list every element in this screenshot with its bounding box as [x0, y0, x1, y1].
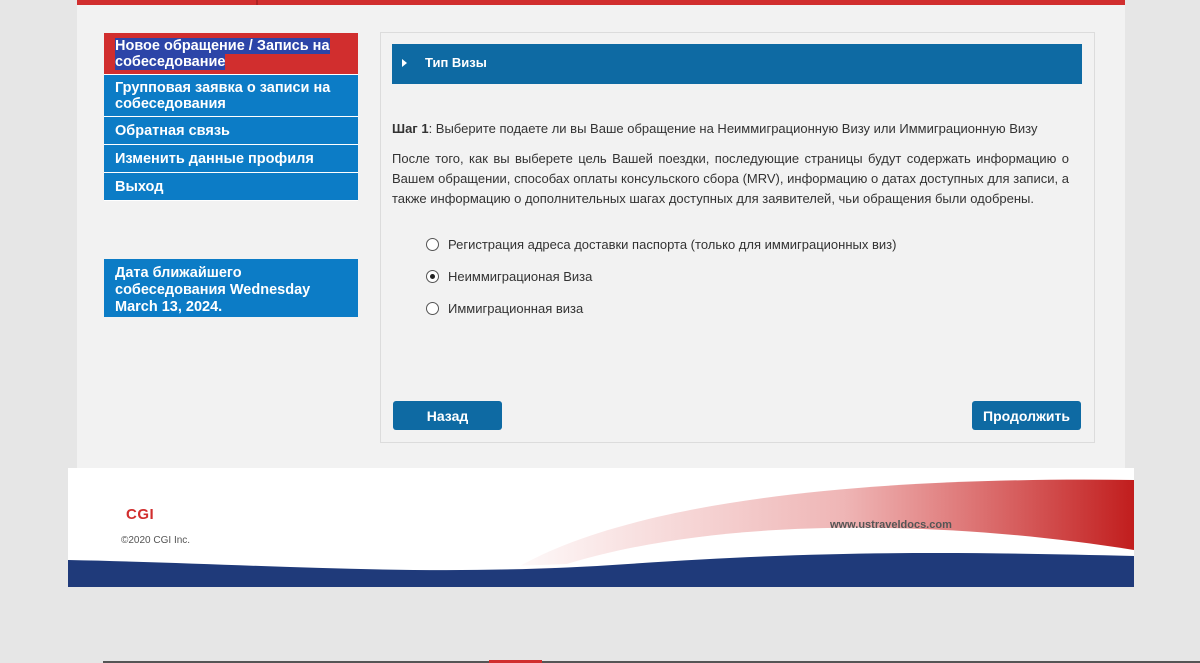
page-content: Новое обращение / Запись на собеседовани…	[77, 5, 1125, 468]
visa-type-options: Регистрация адреса доставки паспорта (то…	[426, 228, 896, 324]
option-label: Регистрация адреса доставки паспорта (то…	[448, 236, 897, 252]
sidebar-nav: Новое обращение / Запись на собеседовани…	[104, 33, 358, 201]
footer: CGI ©2020 CGI Inc. www.ustraveldocs.com	[68, 468, 1134, 587]
option-immigrant-visa[interactable]: Иммиграционная виза	[426, 292, 896, 324]
sidebar-item-edit-profile[interactable]: Изменить данные профиля	[104, 145, 358, 173]
sidebar-item-label: Выход	[115, 179, 164, 195]
footer-wave-graphic	[68, 479, 1134, 587]
radio-button[interactable]	[426, 237, 439, 251]
sidebar-item-label: Изменить данные профиля	[115, 151, 314, 167]
sidebar-item-group-request[interactable]: Групповая заявка о записи на собеседован…	[104, 75, 358, 117]
option-label: Неиммиграционая Виза	[448, 268, 593, 284]
sidebar-item-logout[interactable]: Выход	[104, 173, 358, 201]
caret-right-icon	[402, 59, 407, 67]
panel-header[interactable]: Тип Визы	[392, 44, 1082, 84]
copyright-text: ©2020 CGI Inc.	[121, 535, 191, 546]
sidebar-item-label: Групповая заявка о записи на собеседован…	[115, 80, 331, 112]
continue-button[interactable]: Продолжить	[972, 401, 1081, 430]
option-nonimmigrant-visa[interactable]: Неиммиграционая Виза	[426, 260, 896, 292]
site-url: www.ustraveldocs.com	[830, 519, 952, 531]
sidebar-item-new-application[interactable]: Новое обращение / Запись на собеседовани…	[104, 33, 358, 75]
step-text: : Выберите подаете ли вы Ваше обращение …	[428, 121, 1038, 136]
sidebar-item-feedback[interactable]: Обратная связь	[104, 117, 358, 145]
visa-type-panel: Тип Визы Шаг 1: Выберите подаете ли вы В…	[380, 32, 1095, 443]
option-delivery-address[interactable]: Регистрация адреса доставки паспорта (то…	[426, 228, 896, 260]
step-description: После того, как вы выберете цель Вашей п…	[392, 151, 1069, 206]
step-label: Шаг 1	[392, 121, 429, 136]
cgi-logo[interactable]: CGI	[126, 506, 154, 523]
sidebar-item-label: Новое обращение / Запись на собеседовани…	[115, 38, 330, 70]
radio-button[interactable]	[426, 301, 439, 315]
panel-title: Тип Визы	[425, 55, 487, 70]
radio-button-selected[interactable]	[426, 269, 439, 283]
sidebar-item-label: Обратная связь	[115, 123, 230, 139]
back-button[interactable]: Назад	[393, 401, 502, 430]
next-appointment-date: Дата ближайшего собеседования Wednesday …	[104, 259, 358, 317]
step-instruction: Шаг 1: Выберите подаете ли вы Ваше обращ…	[392, 121, 1082, 136]
option-label: Иммиграционная виза	[448, 300, 584, 316]
